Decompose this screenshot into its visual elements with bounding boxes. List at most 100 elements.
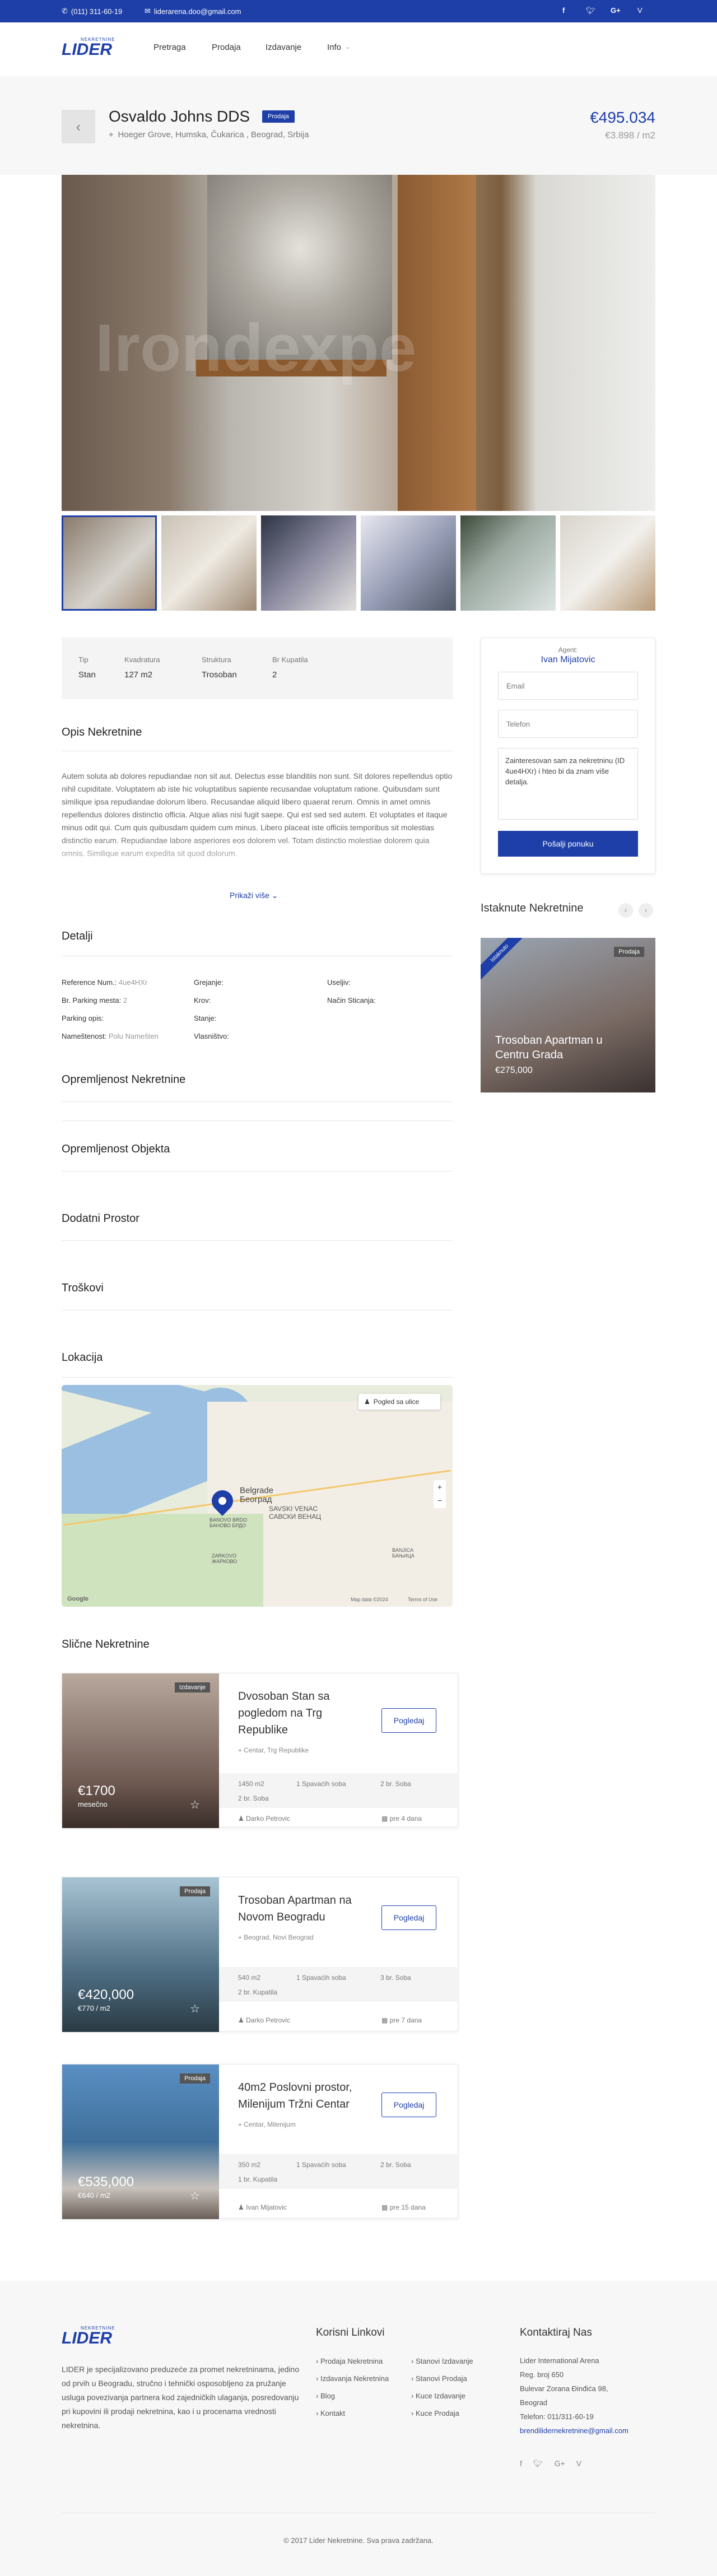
star-icon[interactable]: ☆: [190, 2189, 200, 2203]
footer-link[interactable]: › Stanovi Izdavanje: [411, 2352, 473, 2370]
overview-area: 127 m2: [124, 670, 153, 680]
footer-link[interactable]: › Stanovi Prodaja: [411, 2370, 473, 2387]
header: NEKRETNINE LIDER Pretraga Prodaja Izdava…: [0, 22, 717, 76]
similar-property-card[interactable]: Prodaja €535,000 €640 / m2 ☆ 40m2 Poslov…: [62, 2064, 459, 2219]
vimeo-icon[interactable]: V: [637, 6, 642, 15]
terms-link[interactable]: Terms of Use: [408, 1597, 437, 1602]
zoom-out-icon[interactable]: −: [434, 1494, 446, 1507]
details-col-3: Useljiv: Način Sticanja:: [327, 974, 376, 1010]
similar-tag: Izdavanje: [174, 1682, 210, 1692]
similar-features: 540 m2 1 Spavaćih soba 3 br. Soba 2 br. …: [219, 1967, 459, 2002]
section-troskovi[interactable]: Troškovi: [62, 1282, 104, 1295]
zoom-in-icon[interactable]: +: [434, 1480, 446, 1494]
similar-property-image[interactable]: Prodaja €420,000 €770 / m2 ☆: [62, 1877, 219, 2032]
facebook-icon[interactable]: f: [520, 2459, 522, 2468]
similar-title-text[interactable]: Dvosoban Stan sa pogledom na Trg Republi…: [238, 1688, 361, 1738]
similar-property-image[interactable]: Prodaja €535,000 €640 / m2 ☆: [62, 2064, 219, 2219]
back-button[interactable]: ‹: [62, 110, 95, 143]
location-map[interactable]: Belgrade Београд SAVSKI VENAC САВСКИ ВЕН…: [62, 1385, 453, 1607]
vimeo-icon[interactable]: V: [576, 2459, 581, 2468]
similar-property-body: Trosoban Apartman na Novom Beogradu ⌖ Be…: [219, 1877, 459, 2032]
footer-link[interactable]: › Blog: [316, 2387, 389, 2405]
show-more-link[interactable]: Prikaži više ⌄: [230, 891, 278, 900]
phone-icon: ✆: [62, 7, 68, 15]
gallery-thumbnail-1[interactable]: [62, 515, 157, 611]
nav-item-prodaja[interactable]: Prodaja: [212, 43, 241, 52]
details-col-1: Reference Num.: 4ue4HXr Br. Parking mest…: [62, 974, 159, 1045]
similar-title-text[interactable]: Trosoban Apartman na Novom Beogradu: [238, 1892, 361, 1926]
send-offer-button[interactable]: Pošalji ponuku: [498, 831, 638, 857]
carousel-prev-button[interactable]: ‹: [618, 903, 633, 918]
nav-item-pretraga[interactable]: Pretraga: [153, 43, 186, 52]
footer-link[interactable]: › Izdavanja Nekretnina: [316, 2370, 389, 2387]
overview-structure: Trosoban: [202, 670, 237, 680]
person-icon: ♟: [364, 1398, 370, 1406]
footer: NEKRETNINE LIDER LIDER je specijalizovan…: [0, 2281, 717, 2576]
similar-property-card[interactable]: Prodaja €420,000 €770 / m2 ☆ Trosoban Ap…: [62, 1877, 459, 2032]
gallery-thumbnail-6[interactable]: [560, 515, 655, 611]
chevron-left-icon: ‹: [624, 905, 627, 914]
status-badge: Prodaja: [262, 110, 295, 123]
section-dodatni-prostor[interactable]: Dodatni Prostor: [62, 1212, 139, 1225]
section-opremljenost-nekretnine[interactable]: Opremljenost Nekretnine: [62, 1073, 185, 1086]
email-field[interactable]: Email: [498, 672, 638, 700]
nav-item-izdavanje[interactable]: Izdavanje: [266, 43, 301, 52]
footer-contact-title: Kontaktiraj Nas: [520, 2327, 592, 2338]
gallery-thumbnail-4[interactable]: [361, 515, 456, 611]
divider: [62, 1240, 453, 1241]
footer-logo[interactable]: NEKRETNINE LIDER: [62, 2326, 118, 2347]
detail-row: Vlasništvo:: [194, 1032, 229, 1040]
similar-price: €535,000: [78, 2174, 134, 2189]
featured-tag: Prodaja: [614, 947, 644, 957]
star-icon[interactable]: ☆: [190, 1798, 200, 1812]
featured-property-card[interactable]: Istaknuto Prodaja Trosoban Apartman u Ce…: [481, 938, 655, 1092]
footer-link[interactable]: › Kuce Izdavanje: [411, 2387, 473, 2405]
logo[interactable]: NEKRETNINE LIDER: [62, 37, 118, 58]
detail-row: Br. Parking mesta: 2: [62, 996, 128, 1005]
googleplus-icon[interactable]: G+: [555, 2459, 565, 2468]
twitter-icon[interactable]: 🐦︎: [533, 2459, 543, 2468]
similar-tag: Prodaja: [180, 1886, 210, 1896]
facebook-icon[interactable]: f: [562, 6, 565, 15]
topbar-phone[interactable]: ✆ (011) 311-60-19: [62, 7, 122, 16]
gallery-thumbnail-3[interactable]: [261, 515, 356, 611]
phone-field[interactable]: Telefon: [498, 710, 638, 738]
overview-bathrooms: 2: [272, 670, 277, 680]
message-textarea[interactable]: Zainteresovan sam za nekretninu (ID 4ue4…: [498, 748, 638, 820]
section-opremljenost-objekta[interactable]: Opremljenost Objekta: [62, 1143, 170, 1156]
property-price-per-m2: €3.898 / m2: [605, 130, 655, 141]
calendar-icon: ▦: [381, 2016, 388, 2024]
chevron-down-icon: ⌄: [271, 891, 278, 900]
gallery-thumbnail-2[interactable]: [161, 515, 257, 611]
carousel-next-button[interactable]: ›: [639, 903, 653, 918]
view-button[interactable]: Pogledaj: [381, 1905, 436, 1930]
user-icon: ♟: [238, 2203, 244, 2211]
street-view-button[interactable]: ♟ Pogled sa ulice: [358, 1394, 440, 1410]
zoom-controls[interactable]: + −: [434, 1480, 446, 1508]
similar-property-card[interactable]: Izdavanje €1700 mesečno ☆ Dvosoban Stan …: [62, 1673, 459, 1828]
detail-row: Useljiv:: [327, 978, 351, 987]
footer-link[interactable]: › Kuce Prodaja: [411, 2405, 473, 2422]
chevron-down-icon[interactable]: ⌄: [345, 43, 350, 50]
agent-name[interactable]: Ivan Mijatovic: [481, 655, 655, 665]
star-icon[interactable]: ☆: [190, 2002, 200, 2016]
similar-title-text[interactable]: 40m2 Poslovni prostor, Milenijum Tržni C…: [238, 2079, 373, 2113]
main-gallery-image[interactable]: Irondexpe: [62, 175, 655, 511]
similar-date: ▦ pre 15 dana: [381, 2203, 426, 2211]
fade-overlay: [62, 834, 453, 884]
similar-property-image[interactable]: Izdavanje €1700 mesečno ☆: [62, 1673, 219, 1828]
footer-link[interactable]: › Prodaja Nekretnina: [316, 2352, 389, 2370]
footer-link[interactable]: › Kontakt: [316, 2405, 389, 2422]
gallery-thumbnail-5[interactable]: [460, 515, 556, 611]
footer-social: f 🐦︎ G+ V: [520, 2459, 581, 2468]
copyright: © 2017 Lider Nekretnine. Sva prava zadrž…: [283, 2536, 434, 2545]
view-button[interactable]: Pogledaj: [381, 2093, 436, 2117]
twitter-icon[interactable]: 🐦︎: [586, 6, 595, 15]
googleplus-icon[interactable]: G+: [611, 6, 621, 15]
similar-price: €420,000: [78, 1987, 134, 2002]
footer-email-link[interactable]: brendilidernekretnine@gmail.com: [520, 2424, 628, 2438]
topbar-email[interactable]: ✉ liderarena.doo@gmail.com: [145, 7, 241, 16]
view-button[interactable]: Pogledaj: [381, 1708, 436, 1733]
similar-location: ⌖ Centar, Trg Republike: [238, 1746, 309, 1754]
nav-item-info[interactable]: Info: [327, 43, 341, 52]
